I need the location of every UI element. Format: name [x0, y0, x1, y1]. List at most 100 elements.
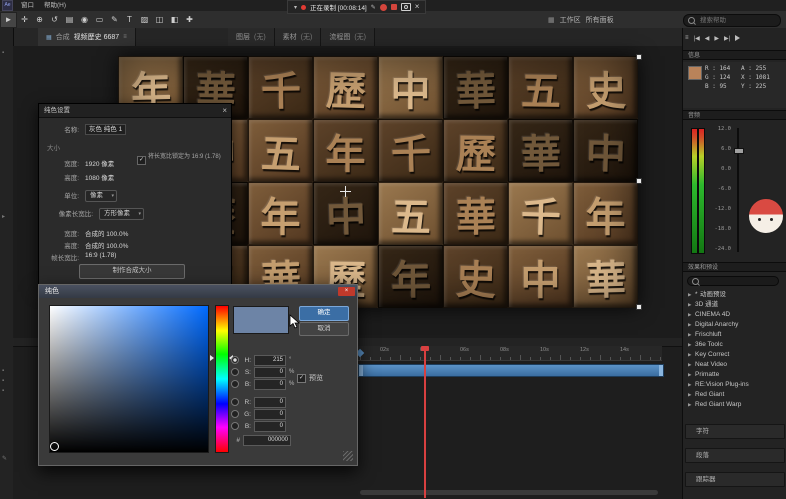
current-time-indicator[interactable] [424, 346, 426, 498]
red-field-input[interactable]: 0 [254, 397, 286, 408]
preview-checkbox[interactable]: ✓ [297, 374, 306, 383]
expand-arrow-icon[interactable]: ▶ [688, 310, 695, 320]
effects-category[interactable]: ▶3D 通道 [683, 300, 786, 310]
unified-camera-tool[interactable]: ▤ [62, 12, 77, 28]
clone-stamp-tool[interactable]: ◫ [152, 12, 167, 28]
pixel-aspect-dropdown[interactable]: 方形像素 [99, 208, 144, 220]
expand-arrow-icon[interactable]: ▶ [688, 370, 695, 380]
workspace-switcher[interactable]: ▦ 工作区 所有面板 [548, 11, 614, 28]
timeline-av-icon[interactable]: ▪ [2, 368, 4, 374]
effects-category[interactable]: ▶36e Toolc [683, 340, 786, 350]
green-field-input[interactable]: 0 [254, 409, 286, 420]
expand-arrow-icon[interactable]: ▶ [688, 380, 695, 390]
layer-handle[interactable] [636, 178, 642, 184]
hand-tool[interactable]: ✛ [17, 12, 32, 28]
effects-search-input[interactable] [702, 277, 776, 286]
pause-recording-button[interactable] [380, 4, 387, 11]
panel-tab-字符[interactable]: 字符 [685, 424, 785, 439]
height-value[interactable]: 1080 像素 [85, 172, 114, 182]
tab-流程图[interactable]: 流程图(无) [321, 28, 375, 46]
collapse-arrow-icon[interactable]: ▸ [2, 213, 5, 220]
effects-category[interactable]: ▶Red Giant Warp [683, 400, 786, 410]
effects-category[interactable]: ▶*动画预设 [683, 290, 786, 300]
layer-handle[interactable] [636, 304, 642, 310]
help-search-input[interactable] [698, 16, 766, 25]
audio-mute-icon[interactable] [735, 35, 743, 41]
time-ruler[interactable]: 02s04s06s08s10s12s14s [358, 346, 662, 361]
effects-category[interactable]: ▶CINEMA 4D [683, 310, 786, 320]
pencil-icon[interactable]: ✎ [2, 455, 7, 462]
pencil-icon[interactable]: ✎ [371, 4, 376, 11]
audio-level-slider[interactable] [737, 128, 739, 252]
first-frame-button[interactable]: |◀ [694, 35, 700, 42]
brightness-field-input[interactable]: 0 [254, 379, 286, 390]
panel-tab-段落[interactable]: 段落 [685, 448, 785, 463]
saturation-field-input[interactable]: 0 [254, 367, 286, 378]
tab-composition[interactable]: ▦ 合成 视频歷史 6687 ≡ [38, 28, 136, 46]
panel-tab-跟踪器[interactable]: 跟踪器 [685, 472, 785, 487]
audio-level-knob[interactable] [734, 148, 744, 154]
layer-duration-bar[interactable] [358, 364, 664, 377]
tab-effects-presets[interactable]: 效果和预设 [683, 262, 786, 272]
timeline-scrollbar[interactable] [360, 490, 658, 495]
red-field-radio[interactable] [231, 398, 239, 406]
tab-audio[interactable]: 音频 [683, 110, 786, 120]
zoom-tool[interactable]: ⊕ [32, 12, 47, 28]
hue-field-radio[interactable] [231, 356, 239, 364]
name-input[interactable]: 灰色 纯色 1 [85, 124, 126, 135]
pen-tool[interactable]: ✎ [107, 12, 122, 28]
previous-frame-button[interactable]: ◀ [705, 35, 710, 42]
width-value[interactable]: 1920 像素 [85, 158, 114, 168]
expand-arrow-icon[interactable]: ▶ [688, 340, 695, 350]
dock-icon[interactable]: ▪ [2, 50, 4, 56]
expand-arrow-icon[interactable]: ▶ [688, 390, 695, 400]
shape-tool[interactable]: ▭ [92, 12, 107, 28]
effects-category[interactable]: ▶Key Correct [683, 350, 786, 360]
make-comp-size-button[interactable]: 制作合成大小 [79, 264, 185, 279]
camera-button[interactable] [401, 3, 411, 11]
puppet-pin-tool[interactable]: ✚ [182, 12, 197, 28]
help-search-box[interactable] [683, 14, 781, 27]
close-icon[interactable]: × [222, 104, 227, 117]
brush-tool[interactable]: ▨ [137, 12, 152, 28]
expand-arrow-icon[interactable]: ▶ [688, 330, 695, 340]
menu-item[interactable]: 窗口 [16, 2, 39, 9]
effects-category[interactable]: ▶Digital Anarchy [683, 320, 786, 330]
color-field-cursor[interactable] [50, 442, 59, 451]
expand-arrow-icon[interactable]: ▶ [688, 320, 695, 330]
expand-arrow-icon[interactable]: ▶ [688, 400, 695, 410]
next-frame-button[interactable]: ▶| [724, 35, 730, 42]
expand-arrow-icon[interactable]: ▶ [688, 360, 695, 370]
layer-handle[interactable] [636, 54, 642, 60]
play-button[interactable]: ▶ [714, 35, 719, 42]
preview-checkbox-row[interactable]: ✓ 预览 [297, 373, 323, 383]
selection-tool[interactable]: ► [0, 12, 17, 28]
brightness-field-radio[interactable] [231, 380, 239, 388]
expand-arrow-icon[interactable]: ▶ [688, 300, 695, 310]
resize-grip[interactable] [343, 451, 353, 461]
panel-menu-icon[interactable]: ≡ [685, 35, 689, 41]
units-dropdown[interactable]: 像素 [85, 190, 117, 202]
effects-search-box[interactable] [687, 276, 779, 286]
hex-input[interactable]: 000000 [243, 435, 291, 446]
rotation-tool[interactable]: ↺ [47, 12, 62, 28]
blue-field-input[interactable]: 0 [254, 421, 286, 432]
close-recorder-button[interactable]: × [415, 3, 420, 11]
expand-arrow-icon[interactable]: ▶ [688, 350, 695, 360]
effects-category[interactable]: ▶Neat Video [683, 360, 786, 370]
layer-anchor-point[interactable] [340, 186, 351, 197]
workspace-value[interactable]: 所有面板 [586, 15, 614, 25]
pan-behind-tool[interactable]: ◉ [77, 12, 92, 28]
tab-info[interactable]: 信息 [683, 50, 786, 60]
expand-arrow-icon[interactable]: ▶ [688, 290, 695, 300]
hue-field-input[interactable]: 215 [254, 355, 286, 366]
lock-aspect-checkbox[interactable]: ✓ [137, 156, 146, 165]
blue-field-radio[interactable] [231, 422, 239, 430]
timeline-lock-icon[interactable]: ▪ [2, 388, 4, 394]
panel-menu-icon[interactable]: ≡ [123, 34, 127, 40]
timeline-audio-icon[interactable]: ▪ [2, 378, 4, 384]
dialog-title-bar[interactable]: 纯色设置 × [39, 104, 231, 118]
effects-category[interactable]: ▶Red Giant [683, 390, 786, 400]
type-tool[interactable]: T [122, 12, 137, 28]
effects-category[interactable]: ▶Primatte [683, 370, 786, 380]
